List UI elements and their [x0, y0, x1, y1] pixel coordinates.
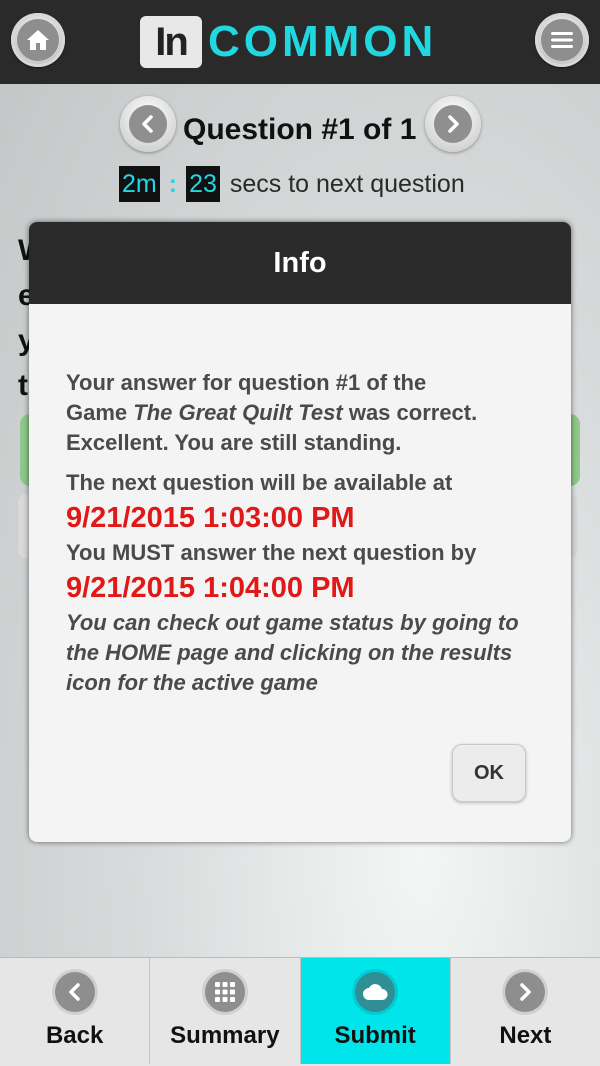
cloud-icon [355, 972, 396, 1012]
timer-seconds: 23 [186, 166, 220, 202]
previous-question-button[interactable] [120, 96, 176, 152]
must-answer-label: You MUST answer the next question by [66, 540, 477, 565]
dialog-body: Your answer for question #1 of the Game … [66, 368, 546, 698]
next-available-label: The next question will be available at [66, 470, 453, 495]
tab-back[interactable]: Back [0, 958, 151, 1064]
menu-button[interactable] [535, 13, 589, 67]
ok-button[interactable]: OK [452, 744, 526, 802]
tab-summary[interactable]: Summary [150, 958, 301, 1064]
result-line-2-suffix: was correct. [342, 400, 478, 425]
bottom-tab-bar: Back Summary Submit Next [0, 957, 600, 1066]
timer-minutes: 2m [119, 166, 160, 202]
tab-next[interactable]: Next [451, 958, 600, 1064]
tab-summary-label: Summary [170, 1022, 280, 1049]
top-bar: In COMMON [0, 0, 600, 84]
tab-back-label: Back [45, 1022, 104, 1049]
must-answer-date: 9/21/2015 1:04:00 PM [66, 572, 355, 604]
menu-icon [541, 19, 583, 61]
chevron-left-icon [129, 105, 167, 143]
home-button[interactable] [11, 13, 65, 67]
timer-separator: : [168, 169, 178, 198]
next-question-button[interactable] [425, 96, 481, 152]
result-line-2-prefix: Game [66, 400, 134, 425]
tab-next-label: Next [499, 1022, 552, 1049]
result-line-3: Excellent. You are still standing. [66, 430, 402, 455]
tab-submit-label: Submit [334, 1022, 416, 1049]
chevron-right-icon [434, 105, 472, 143]
app-logo: In COMMON [140, 14, 437, 70]
question-title: Question #1 of 1 [183, 113, 417, 146]
home-icon [17, 19, 59, 61]
dialog-title: Info [29, 222, 571, 304]
result-line-1: Your answer for question #1 of the [66, 370, 427, 395]
countdown-timer: 2m : 23 secs to next question [119, 166, 465, 202]
grid-icon [204, 972, 245, 1012]
logo-in: In [140, 16, 202, 68]
status-note: You can check out game status by going t… [66, 610, 519, 695]
tab-submit[interactable]: Submit [300, 958, 451, 1064]
result-line-2: Game The Great Quilt Test was correct. [66, 398, 546, 428]
info-dialog: Info Your answer for question #1 of the … [29, 222, 571, 842]
next-available-date: 9/21/2015 1:03:00 PM [66, 502, 355, 534]
chevron-right-icon [505, 972, 546, 1012]
logo-word: COMMON [208, 17, 438, 66]
timer-label: secs to next question [229, 169, 465, 198]
game-name: The Great Quilt Test [133, 400, 343, 425]
chevron-left-icon [54, 972, 95, 1012]
